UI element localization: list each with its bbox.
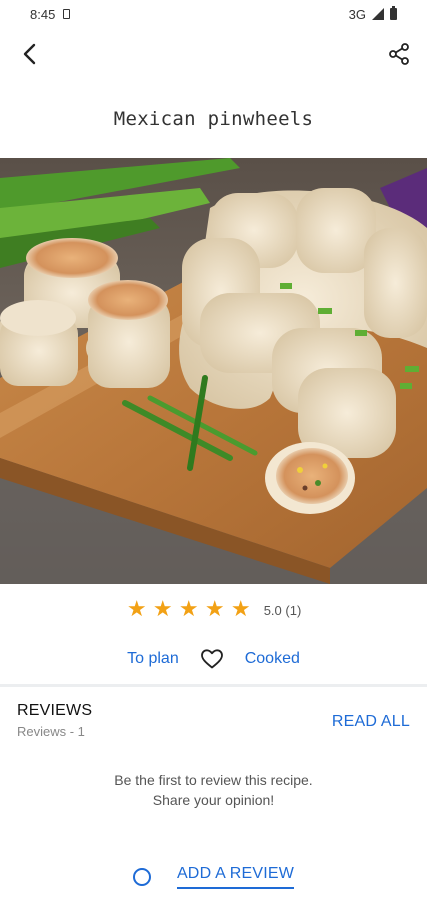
recipe-title: Mexican pinwheels [113, 108, 314, 130]
star-icon: ★ [230, 597, 251, 622]
signal-icon [372, 8, 384, 20]
heart-outline-icon [200, 649, 223, 669]
to-plan-button[interactable]: To plan [127, 650, 179, 668]
reviews-title: REVIEWS [17, 702, 93, 719]
add-review-row[interactable]: ADD A REVIEW [0, 862, 427, 892]
star-icon: ★ [152, 597, 173, 622]
sim-card-icon [63, 9, 71, 19]
network-type: 3G [348, 6, 366, 22]
status-right: 3G [348, 6, 397, 22]
share-icon [389, 43, 409, 65]
favorite-button[interactable] [199, 646, 225, 672]
cooked-button[interactable]: Cooked [245, 650, 300, 668]
pinwheels-illustration [0, 158, 427, 584]
rating-row: ★ ★ ★ ★ ★ 5.0 (1) [0, 598, 427, 622]
add-review-button[interactable]: ADD A REVIEW [176, 865, 295, 889]
star-icon: ★ [126, 597, 147, 622]
arrow-back-icon [23, 43, 36, 65]
recipe-photo [0, 158, 427, 584]
battery-icon [390, 6, 397, 20]
share-button[interactable] [383, 38, 415, 70]
circle-outline-icon [132, 868, 151, 886]
status-bar: 8:45 3G [0, 0, 427, 28]
back-button[interactable] [14, 38, 46, 70]
app-bar [0, 30, 427, 78]
reviews-empty-message: Be the first to review this recipe. Shar… [114, 772, 313, 808]
status-time: 8:45 [30, 6, 56, 22]
reviews-count: Reviews - 1 [17, 724, 85, 739]
star-icon: ★ [178, 597, 199, 622]
read-all-button[interactable]: READ ALL [332, 713, 410, 731]
star-icon: ★ [204, 597, 225, 622]
reviews-header: REVIEWS Reviews - 1 [17, 702, 92, 739]
status-left: 8:45 [30, 6, 71, 22]
recipe-actions: To plan Cooked [0, 644, 427, 674]
rating-summary: 5.0 (1) [263, 602, 302, 618]
section-divider [0, 684, 427, 687]
